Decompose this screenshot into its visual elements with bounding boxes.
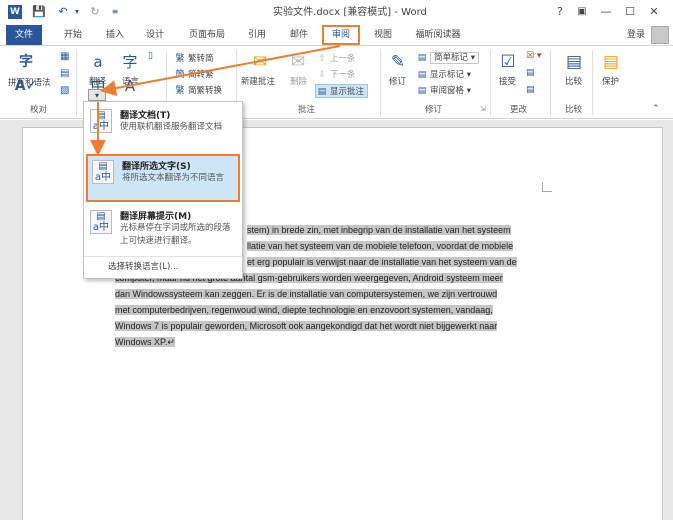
arrow-to-translate	[100, 45, 341, 97]
annotation-arrows	[90, 45, 341, 156]
